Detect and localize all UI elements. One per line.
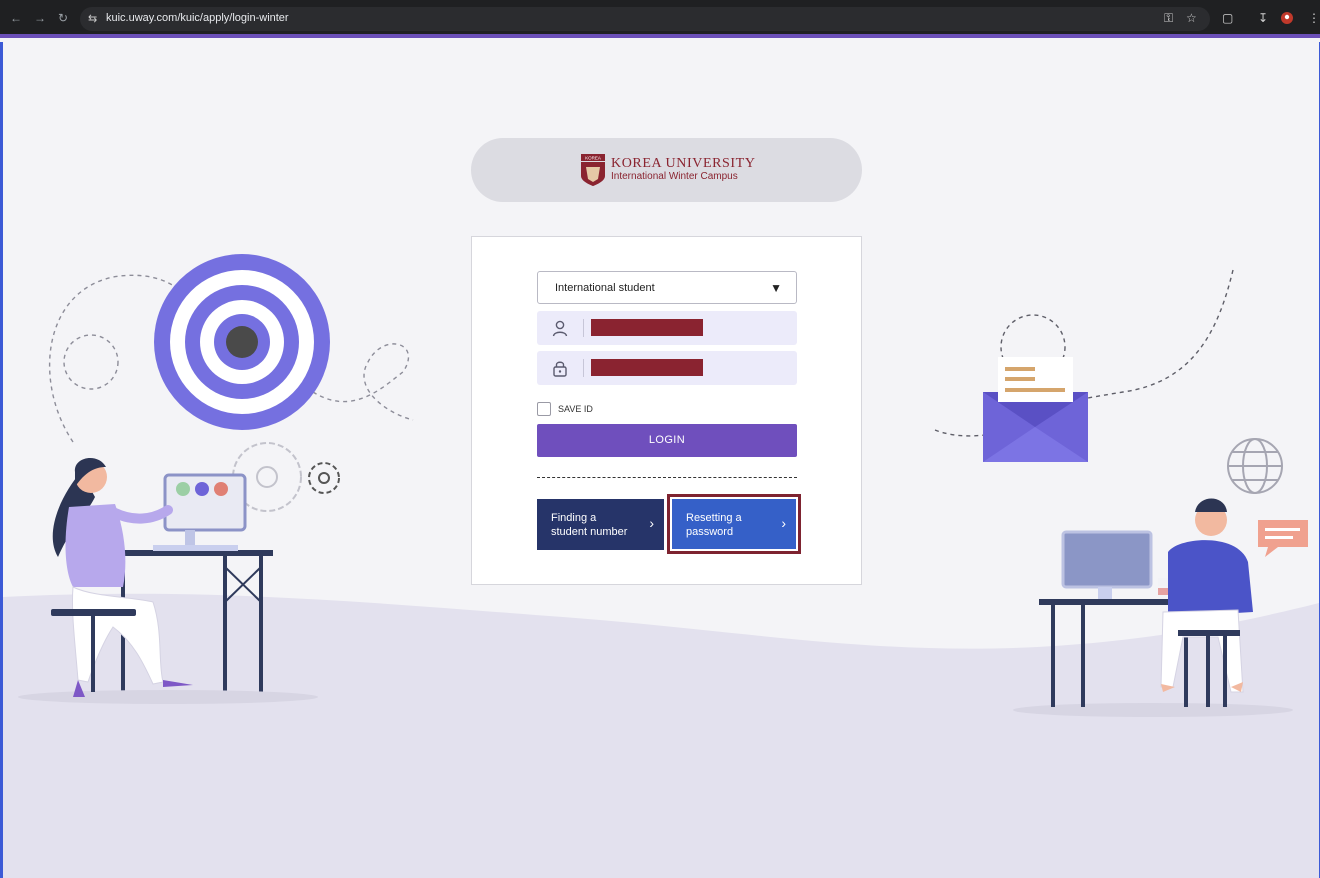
caret-down-icon: ▼ xyxy=(770,281,782,295)
arrow-left-icon[interactable]: ← xyxy=(10,11,22,25)
kebab-menu-icon[interactable]: ⋮ xyxy=(1308,11,1320,25)
find-student-number-label: Finding a student number xyxy=(551,512,628,538)
find-student-number-button[interactable]: Finding a student number › xyxy=(537,499,664,550)
puzzle-icon[interactable]: ▢ xyxy=(1222,11,1233,25)
browser-toolbar: ← → ↻ ⇆ kuic.uway.com/kuic/apply/login-w… xyxy=(0,0,1320,38)
university-crest-icon: KOREA xyxy=(581,154,605,186)
field-separator xyxy=(583,319,584,337)
student-type-select[interactable]: International student ▼ xyxy=(537,271,797,304)
reset-password-highlight: Resetting a password › xyxy=(667,494,801,554)
login-button[interactable]: LOGIN xyxy=(537,424,797,457)
student-type-value: International student xyxy=(555,282,655,294)
logo-name: KOREA UNIVERSITY xyxy=(611,156,756,171)
reset-password-label: Resetting a password xyxy=(686,512,742,538)
key-icon[interactable]: ⚿ xyxy=(1164,11,1173,26)
chevron-right-icon: › xyxy=(781,515,786,531)
login-card: International student ▼ SAVE ID LOGIN Fi… xyxy=(471,236,862,585)
address-bar[interactable]: ⇆ kuic.uway.com/kuic/apply/login-winter … xyxy=(80,7,1210,31)
reset-password-button[interactable]: Resetting a password › xyxy=(672,499,796,549)
save-id-label: SAVE ID xyxy=(558,404,593,414)
download-icon[interactable]: ↧ xyxy=(1258,11,1268,25)
profile-icon[interactable] xyxy=(1280,11,1294,28)
reload-icon[interactable]: ↻ xyxy=(58,11,68,25)
svg-text:KOREA: KOREA xyxy=(585,156,601,161)
field-separator xyxy=(583,359,584,377)
password-field[interactable] xyxy=(537,351,797,385)
chevron-right-icon: › xyxy=(649,515,654,531)
logo-subtitle: International Winter Campus xyxy=(611,171,738,182)
tune-icon[interactable]: ⇆ xyxy=(88,12,97,25)
user-icon xyxy=(552,320,568,337)
id-field[interactable] xyxy=(537,311,797,345)
star-icon[interactable]: ☆ xyxy=(1186,11,1197,25)
save-id-checkbox[interactable] xyxy=(537,402,551,416)
url-text[interactable]: kuic.uway.com/kuic/apply/login-winter xyxy=(106,12,289,24)
arrow-right-icon[interactable]: → xyxy=(34,11,46,25)
divider xyxy=(537,477,797,478)
lock-icon xyxy=(553,361,567,377)
logo-banner: KOREA KOREA UNIVERSITY International Win… xyxy=(471,138,862,202)
page-viewport: KOREA KOREA UNIVERSITY International Win… xyxy=(0,42,1320,878)
